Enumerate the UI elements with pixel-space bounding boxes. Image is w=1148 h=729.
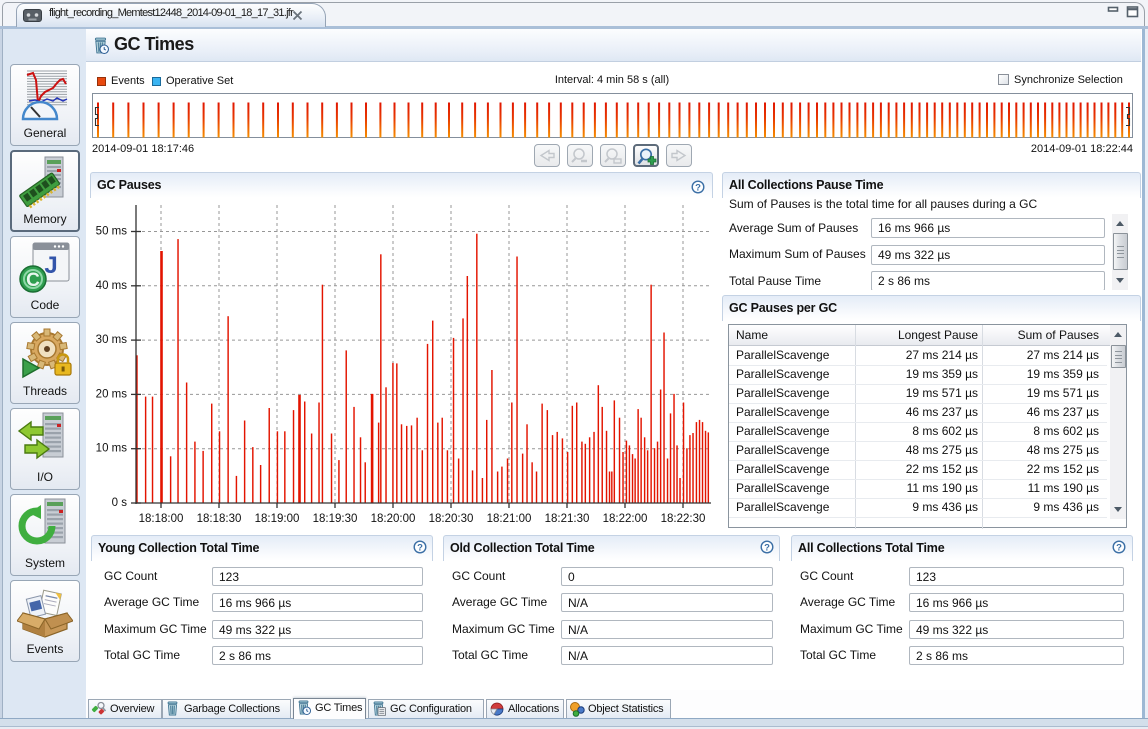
svg-text:30 ms: 30 ms (96, 334, 128, 346)
svg-text:40 ms: 40 ms (96, 280, 128, 292)
svg-text:?: ? (695, 183, 701, 194)
svg-text:18:21:00: 18:21:00 (487, 513, 532, 525)
svg-text:18:18:30: 18:18:30 (197, 513, 242, 525)
svg-text:18:18:00: 18:18:00 (139, 513, 184, 525)
svg-text:18:22:00: 18:22:00 (603, 513, 648, 525)
svg-text:0 s: 0 s (112, 497, 128, 509)
svg-text:18:20:30: 18:20:30 (429, 513, 474, 525)
svg-text:C: C (26, 270, 40, 291)
svg-text:?: ? (417, 543, 423, 554)
svg-text:?: ? (1116, 543, 1122, 554)
svg-text:J: J (44, 252, 57, 279)
svg-text:18:19:00: 18:19:00 (255, 513, 300, 525)
svg-text:50 ms: 50 ms (96, 226, 128, 238)
svg-text:20 ms: 20 ms (96, 388, 128, 400)
svg-text:18:19:30: 18:19:30 (313, 513, 358, 525)
svg-text:18:20:00: 18:20:00 (371, 513, 416, 525)
svg-text:10 ms: 10 ms (96, 443, 128, 455)
svg-text:18:21:30: 18:21:30 (545, 513, 590, 525)
svg-text:18:22:30: 18:22:30 (661, 513, 706, 525)
svg-text:?: ? (764, 543, 770, 554)
